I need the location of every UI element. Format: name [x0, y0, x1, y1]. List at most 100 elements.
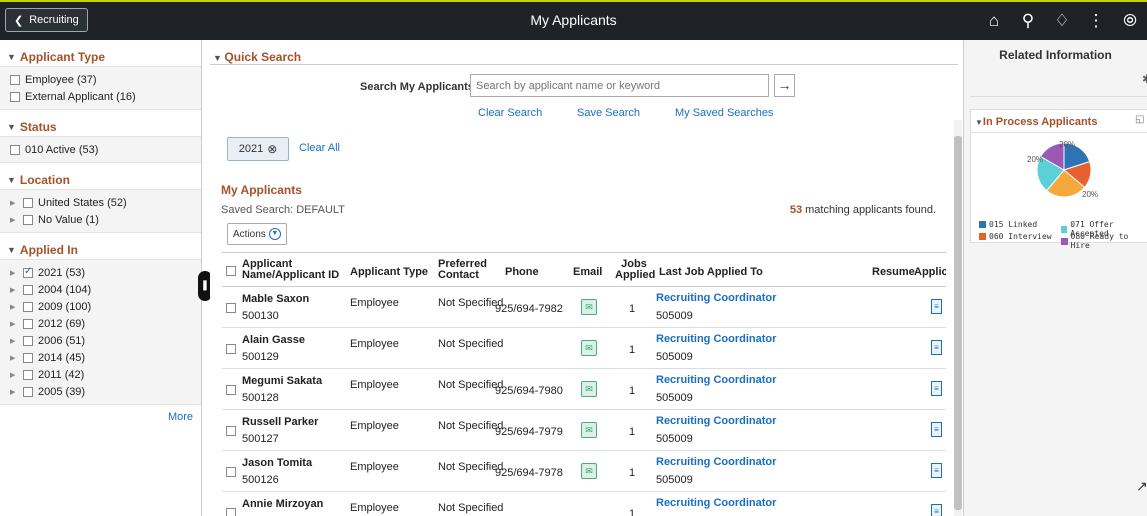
compass-icon[interactable]: ⦾ [1113, 8, 1147, 34]
resume-icon[interactable]: ≡ [931, 299, 942, 314]
facet-option[interactable]: ▶ 2014 (45) [10, 349, 201, 366]
facet-applicant-type-header[interactable]: ▼ Applicant Type [0, 40, 201, 66]
column-header-last-job[interactable]: Last Job Applied To [659, 266, 763, 278]
applicant-name[interactable]: Mable Saxon [242, 293, 309, 305]
checkbox[interactable] [10, 91, 20, 102]
facet-option[interactable]: ▶ 2004 (104) [10, 281, 201, 298]
row-checkbox[interactable] [226, 344, 236, 354]
row-checkbox[interactable] [226, 385, 236, 395]
facet-option[interactable]: ▶ 2006 (51) [10, 332, 201, 349]
expand-triangle-icon[interactable]: ▶ [10, 388, 18, 396]
bell-icon[interactable]: ♢ [1045, 8, 1079, 34]
vertical-scrollbar[interactable] [954, 120, 962, 516]
email-icon[interactable]: ✉ [581, 463, 597, 479]
facet-option[interactable]: 010 Active (53) [10, 141, 201, 158]
expand-triangle-icon[interactable]: ▶ [10, 371, 18, 379]
actions-menu-button[interactable]: Actions ▼ [227, 223, 287, 245]
applicant-name[interactable]: Jason Tomita [242, 457, 312, 469]
facet-status-header[interactable]: ▼ Status [0, 110, 201, 136]
checkbox[interactable] [23, 214, 33, 225]
last-job-link[interactable]: Recruiting Coordinator [656, 292, 776, 304]
resume-icon[interactable]: ≡ [931, 463, 942, 478]
expand-triangle-icon[interactable]: ▶ [10, 337, 18, 345]
facet-option[interactable]: External Applicant (16) [10, 88, 201, 105]
expand-window-icon[interactable]: ◱ [1135, 114, 1144, 125]
last-job-link[interactable]: Recruiting Coordinator [656, 415, 776, 427]
resume-icon[interactable]: ≡ [931, 422, 942, 437]
expand-triangle-icon[interactable]: ▶ [10, 216, 18, 224]
checkbox[interactable] [10, 74, 20, 85]
checkbox[interactable] [23, 301, 33, 312]
applicant-name[interactable]: Alain Gasse [242, 334, 305, 346]
checkbox[interactable] [23, 369, 33, 380]
facet-option[interactable]: Employee (37) [10, 71, 201, 88]
expand-triangle-icon[interactable]: ▶ [10, 320, 18, 328]
facet-option[interactable]: ▶ 2009 (100) [10, 298, 201, 315]
checkbox[interactable] [23, 197, 33, 208]
column-header-email[interactable]: Email [573, 266, 602, 278]
checkbox-checked[interactable] [23, 266, 33, 278]
column-header-jobs[interactable]: Jobs Applied [615, 259, 655, 281]
quick-search-header[interactable]: ▼ Quick Search [213, 50, 301, 64]
column-header-resume[interactable]: Resume [872, 266, 915, 278]
row-checkbox[interactable] [226, 467, 236, 477]
applicant-name[interactable]: Annie Mirzoyan [242, 498, 323, 510]
search-go-button[interactable]: → [774, 74, 795, 97]
clear-all-link[interactable]: Clear All [299, 142, 340, 154]
table-row[interactable]: Russell Parker 500127 Employee Not Speci… [222, 410, 946, 451]
column-header-type[interactable]: Applicant Type [350, 266, 428, 278]
last-job-link[interactable]: Recruiting Coordinator [656, 374, 776, 386]
last-job-link[interactable]: Recruiting Coordinator [656, 497, 776, 509]
expand-triangle-icon[interactable]: ▶ [10, 354, 18, 362]
expand-triangle-icon[interactable]: ▶ [10, 269, 18, 277]
scrollbar-thumb[interactable] [954, 136, 962, 510]
resume-icon[interactable]: ≡ [931, 504, 942, 516]
row-checkbox[interactable] [226, 508, 236, 516]
row-checkbox[interactable] [226, 426, 236, 436]
facet-location-header[interactable]: ▼ Location [0, 163, 201, 189]
table-row[interactable]: Annie Mirzoyan Employee Not Specified 1 … [222, 492, 946, 516]
search-icon[interactable]: ⚲ [1011, 8, 1045, 34]
checkbox[interactable] [10, 144, 20, 155]
column-header-applic[interactable]: Applic [914, 266, 946, 278]
last-job-link[interactable]: Recruiting Coordinator [656, 456, 776, 468]
expand-triangle-icon[interactable]: ▶ [10, 286, 18, 294]
facet-option[interactable]: ▶ United States (52) [10, 194, 201, 211]
pane-header[interactable]: ▼In Process Applicants [975, 116, 1097, 128]
column-header-name[interactable]: Applicant Name/Applicant ID [242, 259, 342, 281]
search-input[interactable] [470, 74, 769, 97]
email-icon[interactable]: ✉ [581, 381, 597, 397]
facet-option[interactable]: ▶ 2011 (42) [10, 366, 201, 383]
save-search-link[interactable]: Save Search [577, 107, 640, 119]
clear-search-link[interactable]: Clear Search [478, 107, 542, 119]
facet-applied-in-header[interactable]: ▼ Applied In [0, 233, 201, 259]
table-row[interactable]: Megumi Sakata 500128 Employee Not Specif… [222, 369, 946, 410]
resume-icon[interactable]: ≡ [931, 381, 942, 396]
expand-triangle-icon[interactable]: ▶ [10, 199, 18, 207]
table-row[interactable]: Mable Saxon 500130 Employee Not Specifie… [222, 287, 946, 328]
table-row[interactable]: Alain Gasse 500129 Employee Not Specifie… [222, 328, 946, 369]
checkbox[interactable] [23, 284, 33, 295]
applicant-name[interactable]: Russell Parker [242, 416, 318, 428]
column-header-phone[interactable]: Phone [505, 266, 539, 278]
email-icon[interactable]: ✉ [581, 422, 597, 438]
column-header-contact[interactable]: Preferred Contact [438, 259, 492, 281]
select-all-checkbox[interactable] [226, 266, 236, 276]
email-icon[interactable]: ✉ [581, 299, 597, 315]
checkbox[interactable] [23, 386, 33, 397]
applicant-name[interactable]: Megumi Sakata [242, 375, 322, 387]
checkbox[interactable] [23, 335, 33, 346]
facet-option[interactable]: ▶ 2005 (39) [10, 383, 201, 400]
checkbox[interactable] [23, 352, 33, 363]
checkbox[interactable] [23, 318, 33, 329]
my-saved-searches-link[interactable]: My Saved Searches [675, 107, 773, 119]
home-icon[interactable]: ⌂ [977, 8, 1011, 34]
email-icon[interactable]: ✉ [581, 340, 597, 356]
table-row[interactable]: Jason Tomita 500126 Employee Not Specifi… [222, 451, 946, 492]
facet-option[interactable]: ▶ 2021 (53) [10, 264, 201, 281]
facet-option[interactable]: ▶ 2012 (69) [10, 315, 201, 332]
more-vertical-icon[interactable]: ⋮ [1079, 8, 1113, 34]
facet-option[interactable]: ▶ No Value (1) [10, 211, 201, 228]
filter-chip[interactable]: 2021 ⊗ [227, 137, 289, 161]
settings-gear-icon[interactable]: ✱ [1142, 72, 1147, 86]
